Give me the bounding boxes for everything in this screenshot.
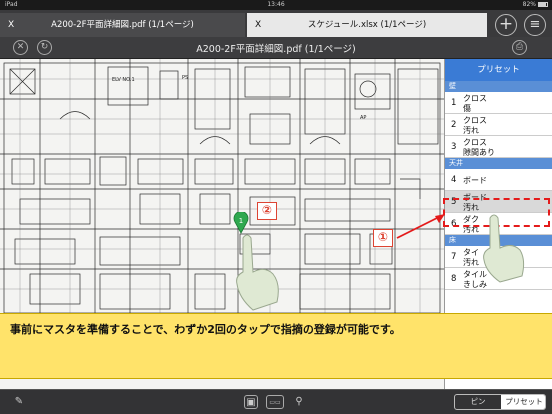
- tap-hand-icon: [236, 234, 279, 311]
- segment-preset[interactable]: プリセット: [501, 395, 545, 409]
- layers-icon[interactable]: ▣: [244, 395, 258, 409]
- battery-icon: [538, 2, 548, 7]
- preset-number: 1: [451, 98, 457, 108]
- page-title: A200-2F平面詳細図.pdf (1/1ページ): [196, 44, 356, 55]
- tab-title: スケジュール.xlsx (1/1ページ): [307, 20, 427, 30]
- bottom-toolbar: ✎ ▣ ▭▭ ⚲ ピン プリセット: [0, 389, 552, 414]
- menu-button[interactable]: ≡: [524, 14, 546, 36]
- preset-item[interactable]: 1 クロス 傷: [445, 92, 552, 114]
- status-bar: iPad 13:46 82%: [0, 0, 552, 10]
- section-ceiling: 天井: [445, 158, 552, 169]
- battery-percent: 82%: [522, 1, 536, 8]
- preset-number: 2: [451, 120, 457, 130]
- preset-defect: 汚れ: [463, 258, 479, 267]
- ps-label: PS: [182, 75, 188, 81]
- tap-hand-icon: [483, 214, 525, 283]
- issue-pin[interactable]: 1: [233, 210, 249, 234]
- print-icon[interactable]: ⎙: [512, 40, 527, 55]
- pin-number: 1: [239, 217, 243, 225]
- preset-defect: 傷: [463, 104, 471, 113]
- explanation-callout: 事前にマスタを準備することで、わずか2回のタップで指摘の登録が可能です。: [0, 313, 552, 379]
- pencil-icon[interactable]: ✎: [12, 395, 26, 409]
- preset-number: 7: [451, 252, 457, 262]
- preset-defect: 汚れ: [463, 126, 479, 135]
- app-window: iPad 13:46 82% X A200-2F平面詳細図.pdf (1/1ペー…: [0, 0, 552, 414]
- preset-part: ボード: [463, 176, 487, 185]
- preset-defect: 隙間あり: [463, 148, 495, 157]
- document-tab-bar: X A200-2F平面詳細図.pdf (1/1ページ) X スケジュール.xls…: [0, 10, 552, 37]
- tab-schedule-xlsx[interactable]: X スケジュール.xlsx (1/1ページ): [247, 13, 487, 37]
- viewer-title-bar: ✕ ↻ A200-2F平面詳細図.pdf (1/1ページ) ⎙: [0, 37, 552, 59]
- film-icon[interactable]: ▭▭: [266, 395, 284, 409]
- preset-number: 3: [451, 142, 457, 152]
- preset-item[interactable]: 4 ボード: [445, 169, 552, 191]
- elv-label: ELV NO.1: [112, 77, 135, 83]
- preset-item[interactable]: 2 クロス 汚れ: [445, 114, 552, 136]
- arrow-to-preset-icon: [396, 214, 445, 239]
- preset-panel-header: プリセット: [445, 59, 552, 81]
- pin-icon: 1: [233, 210, 249, 234]
- step-marker-1: ①: [373, 229, 393, 247]
- clock: 13:46: [267, 1, 285, 8]
- tab-title: A200-2F平面詳細図.pdf (1/1ページ): [51, 20, 194, 30]
- section-wall: 壁: [445, 81, 552, 92]
- segment-pin[interactable]: ピン: [455, 395, 501, 409]
- ap-label: AP: [360, 115, 366, 121]
- tab-pdf-drawing[interactable]: X A200-2F平面詳細図.pdf (1/1ページ): [0, 13, 245, 37]
- add-tab-button[interactable]: +: [495, 14, 517, 36]
- mode-segmented-control: ピン プリセット: [454, 394, 546, 410]
- preset-number: 8: [451, 274, 457, 284]
- preset-number: 4: [451, 175, 457, 185]
- step-marker-2: ②: [257, 202, 277, 220]
- preset-item[interactable]: 3 クロス 隙間あり: [445, 136, 552, 158]
- location-pin-icon[interactable]: ⚲: [292, 395, 306, 409]
